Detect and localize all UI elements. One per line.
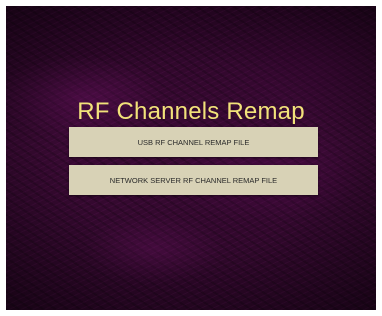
usb-remap-file-button[interactable]: USB RF CHANNEL REMAP FILE — [69, 127, 318, 157]
screen-frame: RF Channels Remap USB RF CHANNEL REMAP F… — [6, 6, 376, 310]
page-title: RF Channels Remap — [77, 98, 305, 125]
background-texture — [6, 6, 376, 310]
network-server-remap-file-button-label: NETWORK SERVER RF CHANNEL REMAP FILE — [109, 175, 278, 185]
usb-remap-file-button-label: USB RF CHANNEL REMAP FILE — [137, 137, 250, 147]
network-server-remap-file-button[interactable]: NETWORK SERVER RF CHANNEL REMAP FILE — [69, 165, 318, 195]
